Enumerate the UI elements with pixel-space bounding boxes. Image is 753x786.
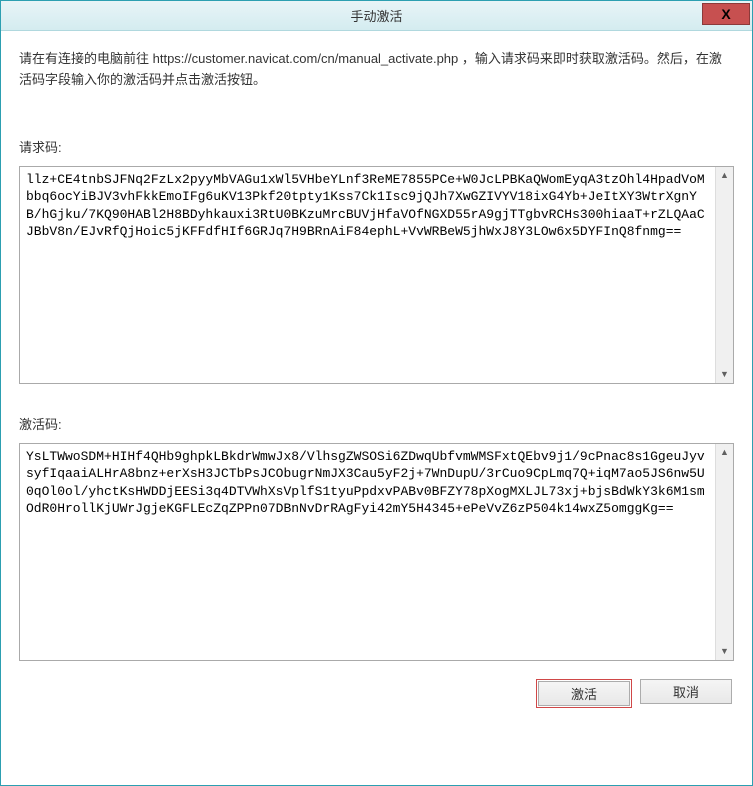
activate-highlight: 激活 — [536, 679, 632, 708]
cancel-button[interactable]: 取消 — [640, 679, 732, 704]
scrollbar[interactable]: ▲ ▼ — [715, 444, 733, 660]
activation-code-label: 激活码: — [19, 414, 734, 433]
activation-code-field[interactable]: YsLTWwoSDM+HIHf4QHb9ghpkLBkdrWmwJx8/Vlhs… — [19, 443, 734, 661]
request-code-label: 请求码: — [19, 137, 734, 156]
request-code-value[interactable]: llz+CE4tnbSJFNq2FzLx2pyyMbVAGu1xWl5VHbeY… — [20, 167, 733, 383]
request-code-field[interactable]: llz+CE4tnbSJFNq2FzLx2pyyMbVAGu1xWl5VHbeY… — [19, 166, 734, 384]
instruction-text: 请在有连接的电脑前往 https://customer.navicat.com/… — [19, 49, 734, 91]
window-title: 手动激活 — [1, 6, 752, 25]
close-button[interactable]: X — [702, 3, 750, 25]
close-icon: X — [721, 6, 730, 22]
titlebar: 手动激活 X — [1, 1, 752, 31]
content-area: 请在有连接的电脑前往 https://customer.navicat.com/… — [1, 31, 752, 785]
scroll-up-icon[interactable]: ▲ — [716, 167, 733, 184]
scrollbar[interactable]: ▲ ▼ — [715, 167, 733, 383]
activation-code-value[interactable]: YsLTWwoSDM+HIHf4QHb9ghpkLBkdrWmwJx8/Vlhs… — [20, 444, 733, 660]
activate-button[interactable]: 激活 — [538, 681, 630, 706]
button-row: 激活 取消 — [19, 679, 734, 708]
dialog-window: 手动激活 X 请在有连接的电脑前往 https://customer.navic… — [0, 0, 753, 786]
scroll-up-icon[interactable]: ▲ — [716, 444, 733, 461]
scroll-down-icon[interactable]: ▼ — [716, 366, 733, 383]
scroll-down-icon[interactable]: ▼ — [716, 643, 733, 660]
